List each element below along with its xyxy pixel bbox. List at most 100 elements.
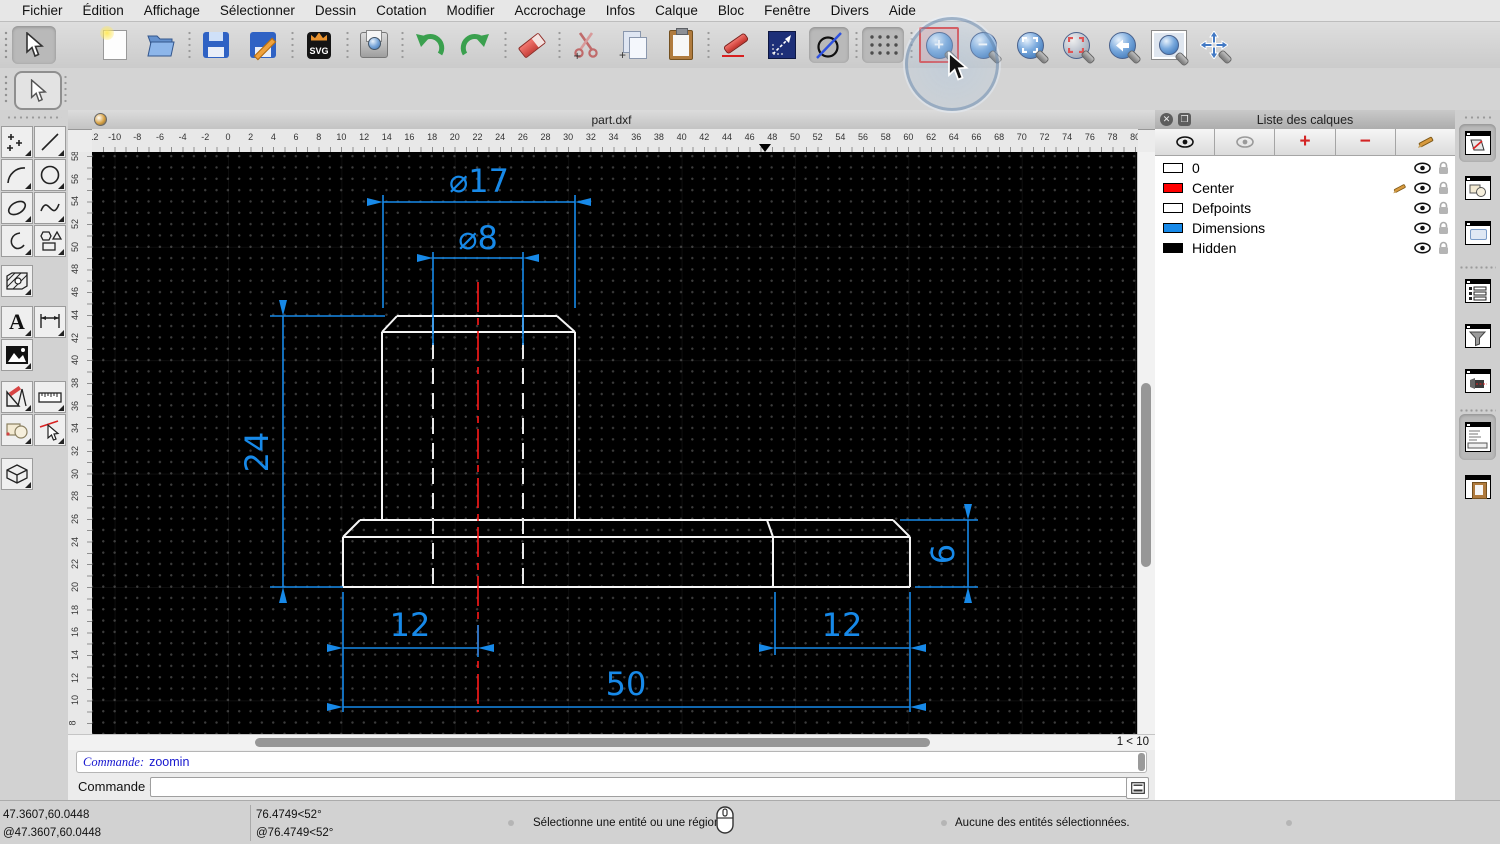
layer-row-center[interactable]: Center — [1155, 178, 1455, 198]
layer-visibility-icon[interactable] — [1414, 242, 1431, 254]
arc-tool[interactable] — [1, 159, 33, 191]
delete-button[interactable] — [514, 27, 550, 63]
remove-layer-button[interactable]: − — [1335, 129, 1396, 156]
zoom-view-button[interactable] — [1149, 27, 1190, 67]
layer-lock-icon[interactable] — [1438, 161, 1449, 175]
points-tool[interactable] — [1, 126, 33, 158]
spline-tool[interactable] — [34, 192, 66, 224]
menu-item-accrochage[interactable]: Accrochage — [504, 3, 595, 18]
add-layer-button[interactable]: + — [1275, 129, 1336, 156]
palette-drag-handle[interactable] — [6, 116, 62, 119]
command-history-scrollbar[interactable] — [1138, 753, 1145, 771]
layer-row-0[interactable]: 0 — [1155, 158, 1455, 178]
select-tool-button[interactable] — [12, 26, 56, 64]
ellipse-tool[interactable] — [1, 192, 33, 224]
horizontal-scrollbar-thumb[interactable] — [255, 738, 930, 747]
vertical-scrollbar-thumb[interactable] — [1141, 383, 1151, 567]
cad-canvas[interactable]: ⌀17 ⌀8 24 6 12 12 50 — [92, 152, 1138, 734]
layer-visibility-icon[interactable] — [1414, 222, 1431, 234]
drawing-window-titlebar[interactable]: part.dxf — [68, 110, 1155, 130]
layer-row-defpoints[interactable]: Defpoints — [1155, 198, 1455, 218]
menu-item-calque[interactable]: Calque — [645, 3, 708, 18]
undo-button[interactable] — [411, 27, 447, 63]
attributes-pen-button[interactable] — [717, 27, 753, 63]
hatch-tool[interactable] — [1, 265, 33, 297]
dock-library-browser-button[interactable] — [1459, 214, 1496, 252]
open-file-button[interactable] — [143, 27, 179, 63]
horizontal-scrollbar[interactable]: 1 < 10 — [68, 734, 1155, 750]
save-button[interactable] — [198, 27, 234, 63]
vertical-scrollbar[interactable] — [1137, 152, 1155, 734]
layer-lock-icon[interactable] — [1438, 181, 1449, 195]
dock-clipboard-button[interactable] — [1459, 468, 1496, 506]
zoom-in-button[interactable]: + — [919, 27, 959, 65]
layer-row-dimensions[interactable]: Dimensions — [1155, 218, 1455, 238]
layer-lock-icon[interactable] — [1438, 241, 1449, 255]
menu-item-dessin[interactable]: Dessin — [305, 3, 366, 18]
circle-tool[interactable] — [34, 159, 66, 191]
menu-item-edition[interactable]: Édition — [73, 3, 134, 18]
dimension-tool[interactable] — [34, 306, 66, 338]
menu-item-cotation[interactable]: Cotation — [366, 3, 436, 18]
menu-item-infos[interactable]: Infos — [596, 3, 645, 18]
grid-toggle-button[interactable] — [862, 27, 904, 63]
menu-item-bloc[interactable]: Bloc — [708, 3, 754, 18]
dock-block-list-button[interactable] — [1459, 169, 1496, 207]
modify-tool[interactable] — [1, 381, 33, 413]
layer-lock-icon[interactable] — [1438, 201, 1449, 215]
dock-entity-list-button[interactable] — [1459, 272, 1496, 310]
zoom-out-button[interactable]: − — [964, 27, 1003, 65]
select-option-button[interactable] — [14, 71, 62, 110]
polygon-tool[interactable] — [34, 225, 66, 257]
image-tool[interactable] — [1, 339, 33, 371]
menu-item-fichier[interactable]: Fichier — [12, 3, 73, 18]
block-tool[interactable] — [1, 414, 33, 446]
layer-visibility-icon[interactable] — [1414, 202, 1431, 214]
dock-filter-button[interactable] — [1459, 317, 1496, 355]
solid-3d-tool[interactable] — [1, 458, 33, 490]
toolbar-drag-handle[interactable] — [4, 74, 8, 104]
polyline-tool[interactable] — [1, 225, 33, 257]
undock-panel-button[interactable]: ❒ — [1178, 113, 1191, 126]
copy-button[interactable]: + — [616, 27, 652, 63]
save-as-button[interactable] — [245, 27, 281, 63]
menu-item-affichage[interactable]: Affichage — [134, 3, 210, 18]
print-preview-button[interactable] — [356, 27, 392, 63]
command-history[interactable]: Commande: zoomin — [76, 751, 1147, 773]
layer-visibility-icon[interactable] — [1414, 162, 1431, 174]
command-input[interactable] — [150, 777, 1136, 797]
measure-tool[interactable] — [34, 381, 66, 413]
zoom-previous-button[interactable] — [1103, 27, 1142, 65]
close-panel-button[interactable]: ✕ — [1160, 113, 1173, 126]
layer-lock-icon[interactable] — [1438, 221, 1449, 235]
dock-command-widget-button[interactable] — [1459, 414, 1496, 460]
distance-measure-button[interactable] — [764, 27, 800, 63]
select-entity-tool[interactable] — [34, 414, 66, 446]
dock-layer-list-button[interactable] — [1459, 124, 1496, 162]
show-all-layers-button[interactable] — [1155, 129, 1216, 156]
dock-view-projection-button[interactable] — [1459, 362, 1496, 400]
redo-button[interactable] — [458, 27, 494, 63]
paste-button[interactable] — [663, 27, 699, 63]
zoom-window-button[interactable] — [1057, 27, 1096, 65]
export-svg-button[interactable]: SVG — [301, 27, 337, 63]
line-tool[interactable] — [34, 126, 66, 158]
menu-item-selectionner[interactable]: Sélectionner — [210, 3, 305, 18]
dock-drag-handle[interactable] — [1463, 116, 1493, 119]
new-document-button[interactable] — [97, 26, 133, 63]
ellipse-tool-button[interactable] — [809, 27, 849, 63]
menu-item-modifier[interactable]: Modifier — [436, 3, 504, 18]
keyboard-toggle-button[interactable] — [1126, 777, 1149, 799]
zoom-auto-button[interactable] — [1011, 27, 1050, 65]
layer-row-hidden[interactable]: Hidden — [1155, 238, 1455, 258]
pan-zoom-button[interactable] — [1195, 27, 1233, 65]
menu-item-aide[interactable]: Aide — [879, 3, 926, 18]
hide-all-layers-button[interactable] — [1215, 129, 1276, 156]
layer-visibility-icon[interactable] — [1414, 182, 1431, 194]
toolbar-drag-handle[interactable] — [4, 30, 8, 60]
menu-item-divers[interactable]: Divers — [821, 3, 879, 18]
cut-button[interactable]: + — [568, 27, 604, 63]
text-tool[interactable]: A — [1, 306, 33, 338]
edit-layer-button[interactable] — [1395, 129, 1456, 156]
menu-item-fenetre[interactable]: Fenêtre — [754, 3, 821, 18]
